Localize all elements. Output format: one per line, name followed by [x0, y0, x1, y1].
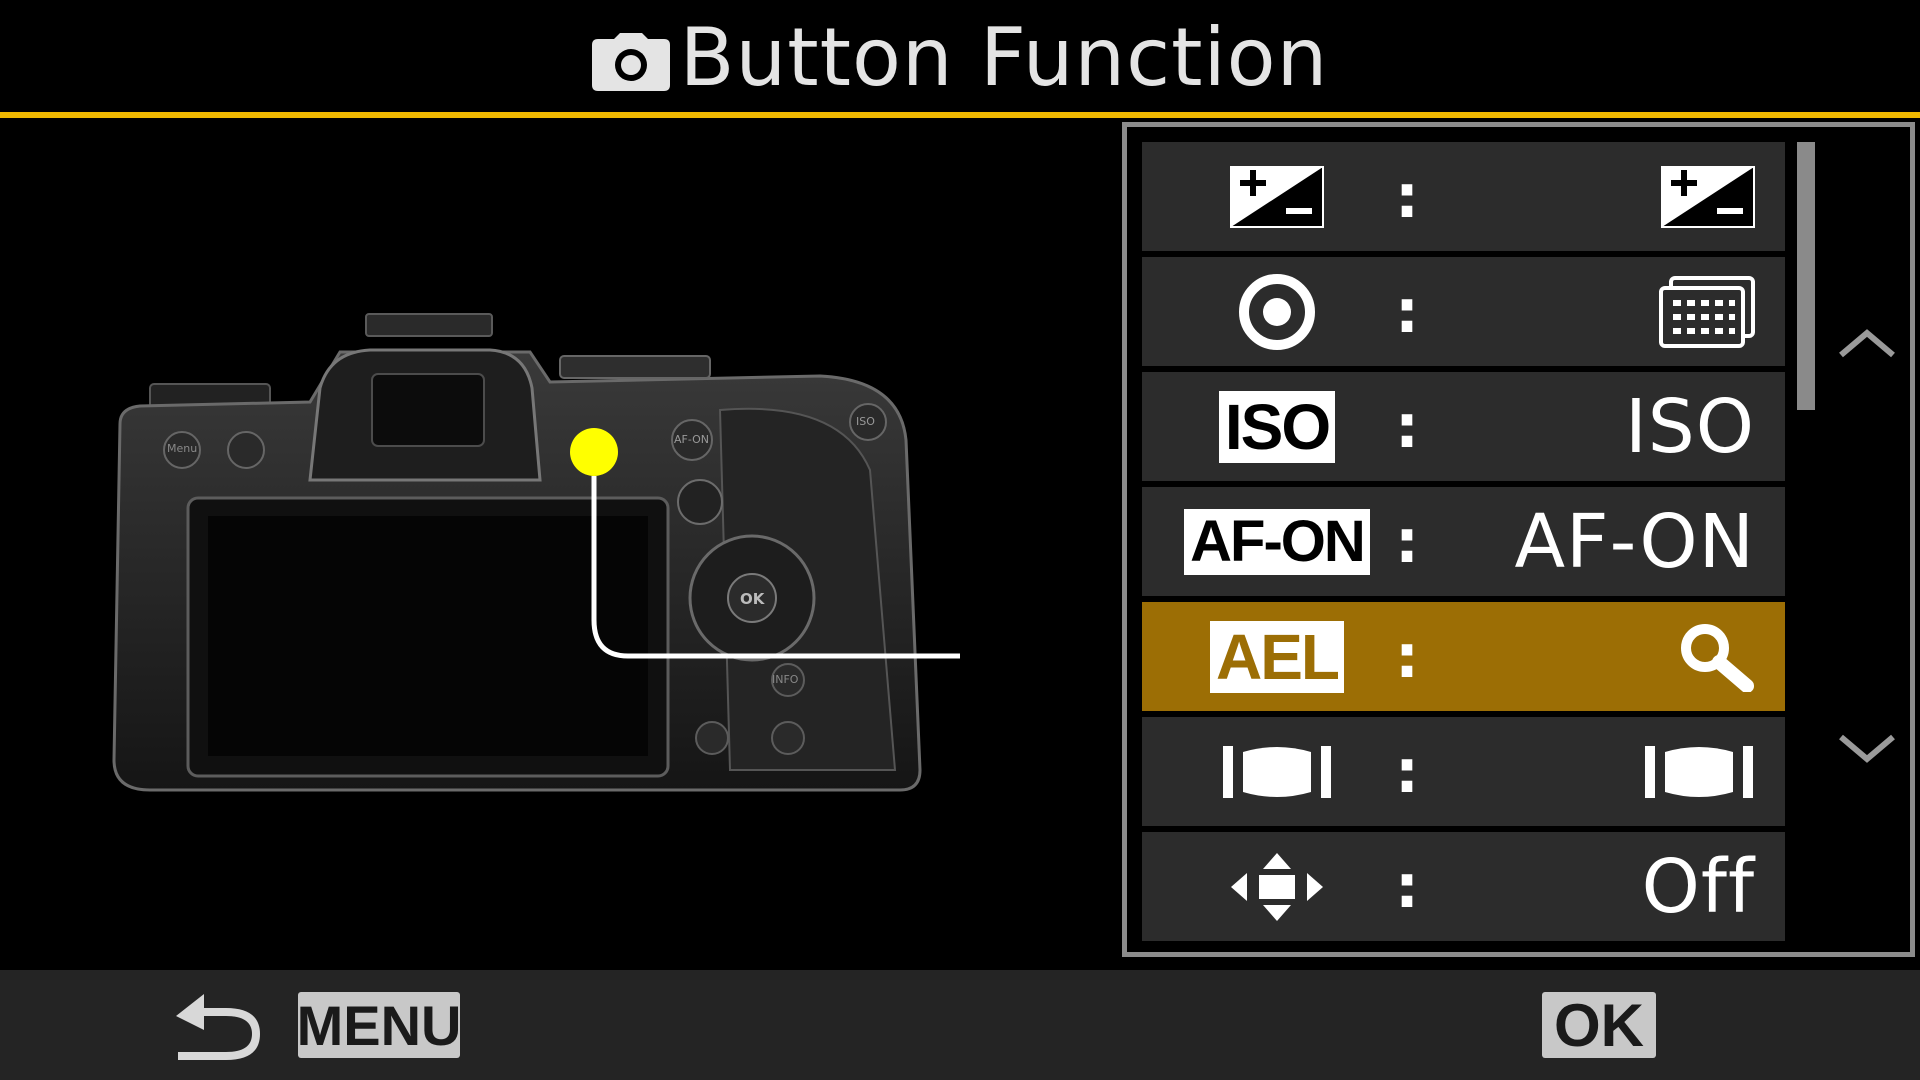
menu-key-button[interactable]: MENU [297, 992, 461, 1058]
af-on-button-label: AF-ON [1184, 508, 1370, 575]
row-separator: : [1395, 161, 1419, 232]
list-item-lens-function[interactable]: : [1142, 717, 1785, 826]
exposure-compensation-icon [1230, 165, 1324, 228]
exposure-compensation-icon [1661, 165, 1755, 228]
camera-iso-label: ISO [856, 415, 875, 428]
header-divider [0, 112, 1920, 118]
lens-function-button-icon [1645, 745, 1753, 798]
row-separator: : [1395, 736, 1419, 807]
camera-info-label: INFO [772, 673, 799, 686]
list-item-ael[interactable]: AEL : [1142, 602, 1785, 711]
assigned-value: ISO [1624, 383, 1755, 470]
back-arrow-icon [172, 988, 268, 1068]
assigned-value: AF-ON [1514, 498, 1755, 585]
lens-function-button-icon [1223, 745, 1331, 798]
iso-button-label: ISO [1218, 390, 1336, 463]
list-item-af-on[interactable]: AF-ON : AF-ON [1142, 487, 1785, 596]
scroll-up-icon[interactable] [1827, 317, 1907, 367]
assigned-value: Off [1641, 843, 1755, 930]
header: Button Function [0, 0, 1920, 112]
row-separator: : [1395, 851, 1419, 922]
row-separator: : [1395, 391, 1419, 462]
row-separator: : [1395, 276, 1419, 347]
page-title-text: Button Function [679, 11, 1329, 104]
highlighted-button-marker [570, 428, 618, 476]
camera-ok-label: OK [740, 590, 765, 608]
arrow-pad-icon [1231, 852, 1323, 921]
list-item-iso[interactable]: ISO : ISO [1142, 372, 1785, 481]
scrollbar-thumb[interactable] [1797, 142, 1815, 410]
list-item-exposure-compensation[interactable]: : [1142, 142, 1785, 251]
bottom-bar: MENU OK [0, 970, 1920, 1080]
scroll-down-icon[interactable] [1827, 725, 1907, 775]
camera-illustration: Menu AF-ON ISO OK INFO [80, 290, 960, 810]
magnify-icon [1681, 623, 1754, 692]
row-separator: : [1395, 506, 1419, 577]
camera-afon-label: AF-ON [674, 433, 710, 446]
button-function-list: : : ISO: ISO AF-ON: AF-ON AEL::: Of… [1122, 122, 1915, 957]
ael-button-label: AEL [1210, 620, 1344, 693]
row-separator: : [1395, 621, 1419, 692]
list-item-arrow-pad[interactable]: : Off [1142, 832, 1785, 941]
camera-icon [591, 14, 670, 114]
ok-key-button[interactable]: OK [1542, 992, 1656, 1059]
page-title: Button Function [0, 8, 1920, 114]
camera-menu-label: Menu [167, 442, 198, 455]
record-button-icon [1239, 273, 1315, 350]
list-item-record-button[interactable]: : [1142, 257, 1785, 366]
af-target-grid-icon [1659, 275, 1755, 348]
